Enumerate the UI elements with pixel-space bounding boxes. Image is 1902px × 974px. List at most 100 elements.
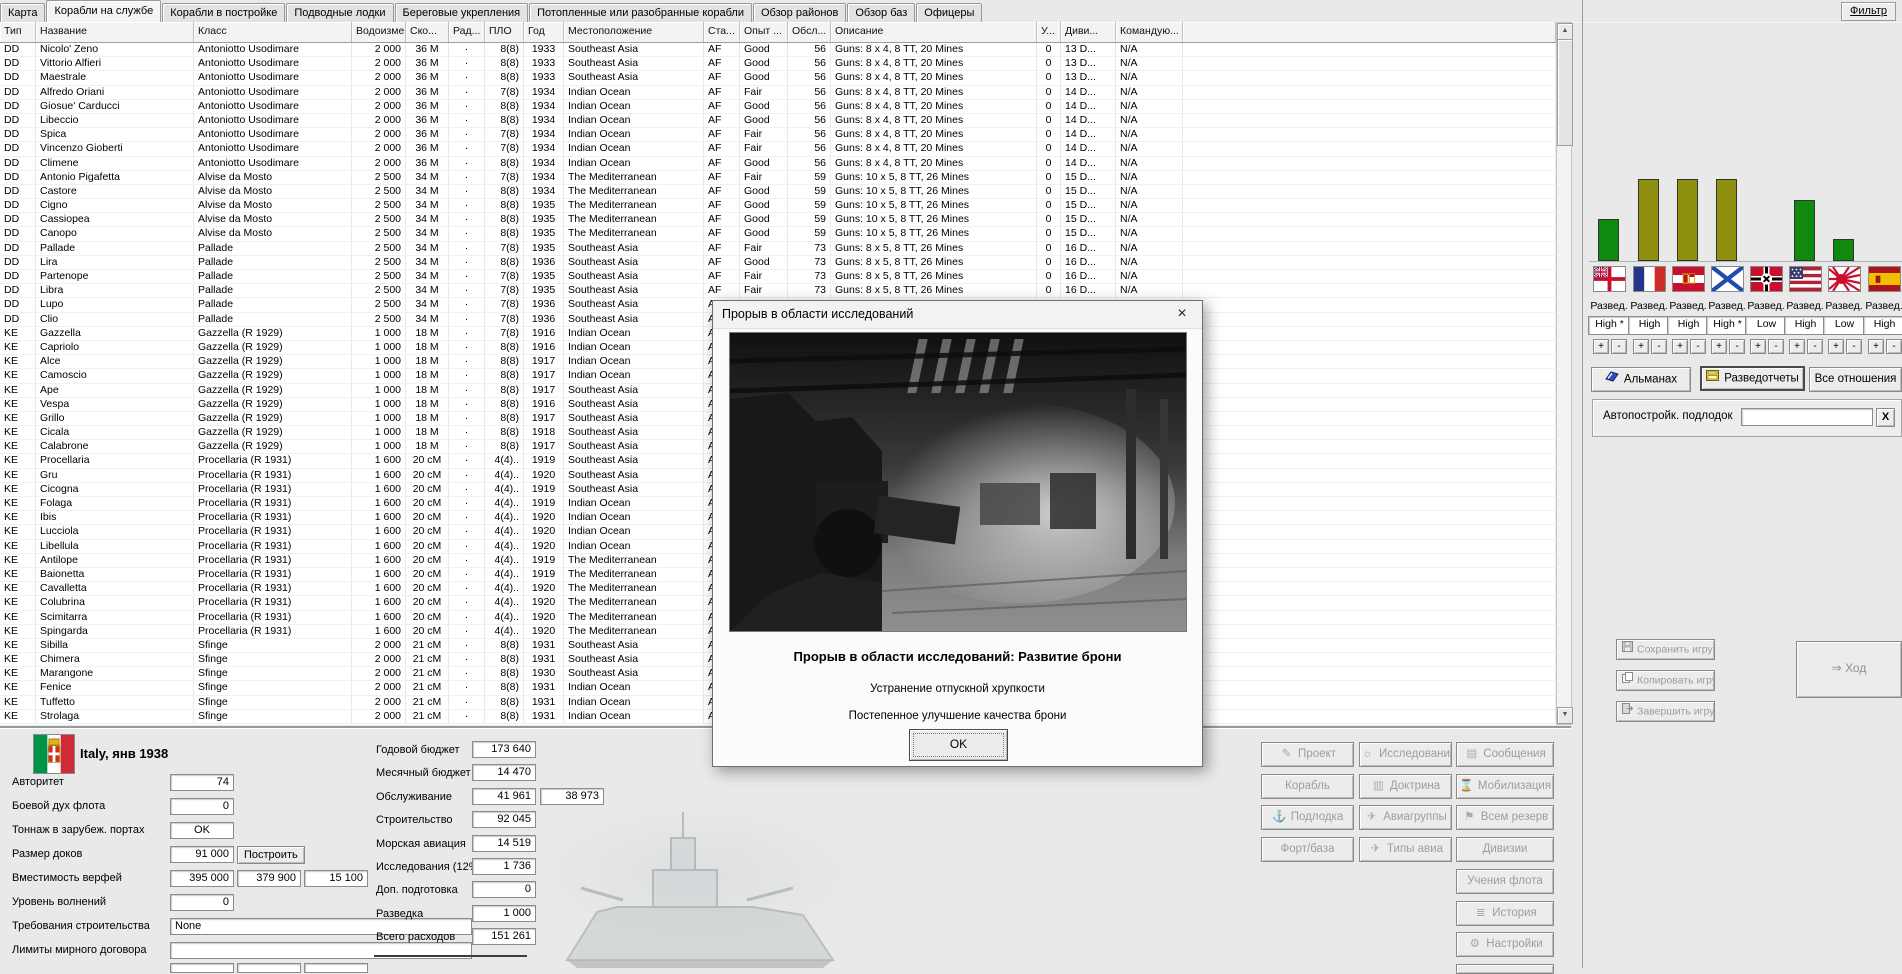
tab-6[interactable]: Обзор районов: [753, 3, 847, 22]
tab-8[interactable]: Офицеры: [916, 3, 983, 22]
spy-plus-button[interactable]: +: [1672, 339, 1688, 354]
autobuild-clear-button[interactable]: X: [1876, 408, 1895, 427]
scroll-thumb[interactable]: [1557, 39, 1573, 146]
column-header[interactable]: Местоположение: [564, 22, 704, 42]
action-button-0-2[interactable]: ⚓ Подлодка: [1261, 805, 1354, 830]
ship-row[interactable]: DD Partenope Pallade 2 500 34 M · 7(8) 1935 Sout…: [0, 270, 1556, 285]
tab-4[interactable]: Береговые укрепления: [394, 3, 529, 22]
table-scrollbar[interactable]: ▲ ▼: [1556, 22, 1573, 725]
action-button-2-5[interactable]: ≣ История: [1456, 901, 1554, 926]
action-button-1-2[interactable]: ✈ Авиагруппы: [1359, 805, 1452, 830]
action-button-0-0[interactable]: ✎ Проект: [1261, 742, 1354, 767]
column-header[interactable]: Диви...: [1061, 22, 1116, 42]
copy-game-button[interactable]: Копировать игру: [1616, 670, 1715, 691]
ship-row[interactable]: DD Cassiopea Alvise da Mosto 2 500 34 M · 8(8)…: [0, 213, 1556, 228]
tab-0[interactable]: Карта: [0, 3, 46, 22]
action-button-1-3[interactable]: ✈ Типы авиа: [1359, 837, 1452, 862]
almanac-button[interactable]: Альманах: [1591, 367, 1691, 392]
tab-3[interactable]: Подводные лодки: [286, 3, 394, 22]
action-button-0-3[interactable]: Форт/база: [1261, 837, 1354, 862]
ship-row[interactable]: DD Antonio Pigafetta Alvise da Mosto 2 500 3…: [0, 170, 1556, 185]
column-header[interactable]: ПЛО: [485, 22, 524, 42]
column-header[interactable]: Водоизме...: [352, 22, 406, 42]
spy-minus-button[interactable]: -: [1651, 339, 1667, 354]
ship-row[interactable]: DD Cigno Alvise da Mosto 2 500 34 M · 8(8) 1935…: [0, 199, 1556, 214]
spy-level-select[interactable]: High: [1784, 316, 1827, 335]
ship-row[interactable]: DD Vincenzo Gioberti Antoniotto Usodimare 2…: [0, 142, 1556, 157]
ship-row[interactable]: DD Libra Pallade 2 500 34 M · 7(8) 1935 Southeas…: [0, 284, 1556, 299]
ok-button[interactable]: OK: [909, 729, 1008, 761]
action-button-0-1[interactable]: Корабль: [1261, 774, 1354, 799]
spy-level-select[interactable]: High *: [1706, 316, 1749, 335]
column-header[interactable]: Рад...: [449, 22, 485, 42]
column-header[interactable]: Обсл...: [788, 22, 831, 42]
column-header[interactable]: Опыт ...: [740, 22, 788, 42]
spy-plus-button[interactable]: +: [1789, 339, 1805, 354]
ship-row[interactable]: DD Libeccio Antoniotto Usodimare 2 000 36 M ·…: [0, 113, 1556, 129]
spy-level-select[interactable]: High: [1628, 316, 1671, 335]
scroll-up-icon[interactable]: ▲: [1557, 23, 1573, 40]
spy-plus-button[interactable]: +: [1711, 339, 1727, 354]
action-button-1-1[interactable]: ▥ Доктрина: [1359, 774, 1452, 799]
action-button-2-4[interactable]: Учения флота: [1456, 869, 1554, 894]
action-button-2-3[interactable]: Дивизии: [1456, 837, 1554, 862]
scroll-down-icon[interactable]: ▼: [1557, 707, 1573, 724]
ship-cell: 73: [788, 255, 831, 269]
spy-minus-button[interactable]: -: [1768, 339, 1784, 354]
turn-button[interactable]: ⇒ Ход: [1796, 641, 1902, 698]
action-button-2-0[interactable]: ▤ Сообщения: [1456, 742, 1554, 767]
action-button-stub[interactable]: [1456, 964, 1554, 974]
ship-row[interactable]: DD Maestrale Antoniotto Usodimare 2 000 36 M…: [0, 71, 1556, 86]
action-button-2-2[interactable]: ⚑ Всем резерв: [1456, 805, 1554, 830]
ship-row[interactable]: DD Spica Antoniotto Usodimare 2 000 36 M · 7(8…: [0, 128, 1556, 143]
column-header[interactable]: У...: [1037, 22, 1061, 42]
ship-row[interactable]: DD Nicolo' Zeno Antoniotto Usodimare 2 000 3…: [0, 43, 1556, 58]
column-header[interactable]: Ско...: [406, 22, 449, 42]
spy-plus-button[interactable]: +: [1828, 339, 1844, 354]
filter-button[interactable]: Фильтр: [1841, 2, 1896, 21]
action-button-2-1[interactable]: ⌛ Мобилизация: [1456, 774, 1554, 799]
action-button-2-6[interactable]: ⚙ Настройки: [1456, 932, 1554, 957]
spy-minus-button[interactable]: -: [1729, 339, 1745, 354]
column-header[interactable]: Командую...: [1116, 22, 1183, 42]
autobuild-field[interactable]: [1741, 408, 1873, 426]
intel-reports-button[interactable]: Разведотчеты: [1700, 366, 1805, 391]
tab-7[interactable]: Обзор баз: [847, 3, 916, 22]
spy-plus-button[interactable]: +: [1868, 339, 1884, 354]
ship-row[interactable]: DD Canopo Alvise da Mosto 2 500 34 M · 8(8) 193…: [0, 227, 1556, 242]
tab-1[interactable]: Корабли на службе: [46, 0, 162, 22]
spy-minus-button[interactable]: -: [1690, 339, 1706, 354]
dialog-close-icon[interactable]: ×: [1162, 301, 1202, 328]
all-relations-button[interactable]: Все отношения: [1809, 367, 1902, 392]
ship-row[interactable]: DD Climene Antoniotto Usodimare 2 000 36 M · 8…: [0, 156, 1556, 171]
ship-row[interactable]: DD Pallade Pallade 2 500 34 M · 7(8) 1935 Southe…: [0, 241, 1556, 256]
ship-row[interactable]: DD Vittorio Alfieri Antoniotto Usodimare 2 …: [0, 57, 1556, 72]
spy-level-select[interactable]: Low: [1745, 316, 1788, 335]
column-header[interactable]: Ста...: [704, 22, 740, 42]
spy-level-select[interactable]: High: [1667, 316, 1710, 335]
column-header[interactable]: Описание: [831, 22, 1037, 42]
spy-plus-button[interactable]: +: [1593, 339, 1609, 354]
column-header[interactable]: Тип: [0, 22, 36, 42]
spy-minus-button[interactable]: -: [1807, 339, 1823, 354]
ship-row[interactable]: DD Giosue' Carducci Antoniotto Usodimare 2 …: [0, 99, 1556, 114]
spy-plus-button[interactable]: +: [1633, 339, 1649, 354]
spy-minus-button[interactable]: -: [1886, 339, 1902, 354]
action-button-1-0[interactable]: ☼ Исследования: [1359, 742, 1452, 767]
ship-row[interactable]: DD Lira Pallade 2 500 34 M · 8(8) 1936 Southeast…: [0, 255, 1556, 270]
spy-plus-button[interactable]: +: [1750, 339, 1766, 354]
ship-row[interactable]: DD Alfredo Oriani Antoniotto Usodimare 2 00…: [0, 85, 1556, 100]
tab-2[interactable]: Корабли в постройке: [162, 3, 286, 22]
column-header[interactable]: Название: [36, 22, 194, 42]
spy-minus-button[interactable]: -: [1611, 339, 1627, 354]
save-game-button[interactable]: Сохранить игру: [1616, 639, 1715, 660]
spy-level-select[interactable]: Low: [1823, 316, 1866, 335]
column-header[interactable]: Год: [524, 22, 564, 42]
end-game-button[interactable]: Завершить игру: [1616, 701, 1715, 722]
column-header[interactable]: Класс: [194, 22, 352, 42]
spy-level-select[interactable]: High: [1863, 316, 1902, 335]
spy-level-select[interactable]: High *: [1588, 316, 1631, 335]
ship-row[interactable]: DD Castore Alvise da Mosto 2 500 34 M · 8(8) 19…: [0, 184, 1556, 200]
spy-minus-button[interactable]: -: [1846, 339, 1862, 354]
tab-5[interactable]: Потопленные или разобранные корабли: [529, 3, 752, 22]
